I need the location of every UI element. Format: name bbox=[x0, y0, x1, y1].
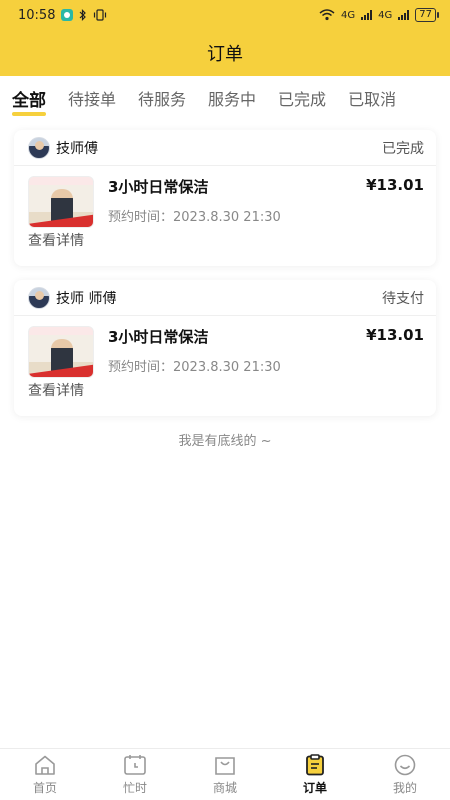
tab-pending-service[interactable]: 待服务 bbox=[138, 76, 186, 120]
appointment-time: 预约时间：2023.8.30 21:30 bbox=[108, 360, 281, 375]
order-card[interactable]: 技师 师傅 待支付 3小时日常保洁 预约时间：2023.8.30 21:30 ¥… bbox=[14, 280, 436, 416]
order-clipboard-icon bbox=[306, 753, 324, 775]
order-status: 待支付 bbox=[382, 290, 424, 307]
order-card[interactable]: 技师傅 已完成 3小时日常保洁 预约时间：2023.8.30 21:30 ¥13… bbox=[14, 130, 436, 266]
technician-name: 技师 师傅 bbox=[56, 290, 117, 307]
technician-avatar bbox=[28, 136, 50, 159]
technician-name: 技师傅 bbox=[56, 140, 98, 157]
shop-icon bbox=[215, 756, 235, 775]
tabbar-item-mall[interactable]: 商城 bbox=[180, 749, 270, 800]
order-list: 技师傅 已完成 3小时日常保洁 预约时间：2023.8.30 21:30 ¥13… bbox=[0, 120, 450, 748]
service-thumbnail bbox=[28, 176, 94, 228]
order-card-header: 技师傅 已完成 bbox=[14, 130, 436, 166]
order-card-body: 3小时日常保洁 预约时间：2023.8.30 21:30 ¥13.01 bbox=[14, 166, 436, 228]
tab-cancelled[interactable]: 已取消 bbox=[348, 76, 396, 120]
order-status: 已完成 bbox=[382, 140, 424, 157]
network-type-label-2: 4G bbox=[378, 9, 393, 21]
status-bar: 10:58 4G 4G 77 bbox=[0, 0, 450, 30]
bottom-tab-bar: 首页 忙时 商城 订单 我的 bbox=[0, 748, 450, 800]
network-type-label: 4G bbox=[341, 9, 356, 21]
order-card-header: 技师 师傅 待支付 bbox=[14, 280, 436, 316]
smile-profile-icon bbox=[394, 754, 416, 775]
order-price: ¥13.01 bbox=[366, 326, 424, 344]
tab-in-service[interactable]: 服务中 bbox=[208, 76, 256, 120]
tabbar-label: 忙时 bbox=[122, 780, 147, 795]
calendar-icon bbox=[124, 754, 146, 775]
technician-avatar bbox=[28, 286, 50, 309]
tabbar-item-profile[interactable]: 我的 bbox=[360, 749, 450, 800]
wifi-icon bbox=[319, 9, 335, 21]
tab-pending-accept[interactable]: 待接单 bbox=[68, 76, 116, 120]
bluetooth-icon bbox=[80, 9, 87, 21]
battery-icon: 77 bbox=[415, 8, 439, 22]
tabbar-label: 订单 bbox=[302, 780, 327, 795]
view-details-link[interactable]: 查看详情 bbox=[14, 380, 436, 400]
order-price: ¥13.01 bbox=[366, 176, 424, 194]
tabbar-item-home[interactable]: 首页 bbox=[0, 749, 90, 800]
page-title: 订单 bbox=[207, 44, 243, 65]
tabbar-label: 我的 bbox=[392, 780, 417, 795]
view-details-link[interactable]: 查看详情 bbox=[14, 230, 436, 250]
appointment-time: 预约时间：2023.8.30 21:30 bbox=[108, 210, 281, 225]
service-thumbnail bbox=[28, 326, 94, 378]
home-icon bbox=[35, 755, 55, 775]
technician-info: 技师傅 bbox=[28, 136, 98, 159]
end-of-list-text: 我是有底线的 ~ bbox=[178, 434, 272, 449]
order-card-body: 3小时日常保洁 预约时间：2023.8.30 21:30 ¥13.01 bbox=[14, 316, 436, 378]
signal-icon-2 bbox=[398, 10, 410, 20]
status-time: 10:58 bbox=[18, 7, 56, 23]
tab-all[interactable]: 全部 bbox=[12, 76, 46, 120]
tabbar-label: 商城 bbox=[212, 780, 237, 795]
app-notification-icon bbox=[61, 9, 74, 21]
technician-info: 技师 师傅 bbox=[28, 286, 117, 309]
tabbar-item-busy[interactable]: 忙时 bbox=[90, 749, 180, 800]
tabbar-label: 首页 bbox=[32, 780, 57, 795]
battery-level: 77 bbox=[419, 9, 432, 20]
tabbar-item-orders[interactable]: 订单 bbox=[270, 749, 360, 800]
tab-completed[interactable]: 已完成 bbox=[278, 76, 326, 120]
order-tabs: 全部 待接单 待服务 服务中 已完成 已取消 bbox=[0, 76, 450, 120]
signal-icon bbox=[361, 10, 373, 20]
page-header: 订单 bbox=[0, 30, 450, 76]
vibrate-icon bbox=[94, 9, 107, 21]
